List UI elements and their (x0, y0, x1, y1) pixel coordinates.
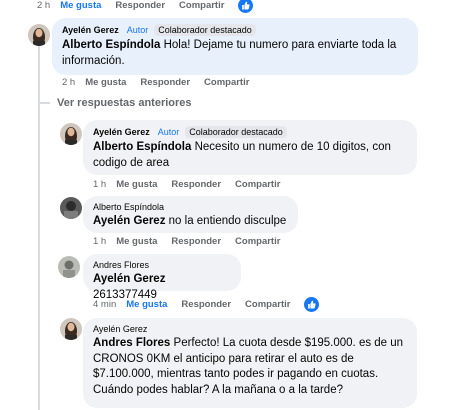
mention-link[interactable]: Ayelén Gerez (93, 215, 165, 227)
avatar[interactable] (60, 123, 82, 145)
comment-bubble: Ayelén Gerez Autor Colaborador destacado… (83, 120, 417, 175)
comment-bubble: Andres Flores Ayelén Gerez 2613377449 (83, 254, 241, 301)
comment-author[interactable]: Alberto Espíndola (93, 202, 164, 212)
timestamp: 1 h (93, 179, 107, 190)
comment-actions: 1 h Me gusta Responder Compartir (93, 236, 294, 247)
comment-bubble: Ayelén Gerez Autor Colaborador destacado… (52, 18, 418, 75)
share-button[interactable]: Compartir (179, 0, 224, 11)
timestamp: 2 h (37, 0, 51, 11)
mention-link[interactable]: Alberto Espíndola (93, 141, 191, 153)
avatar[interactable] (58, 256, 80, 278)
comment-text: Alberto Espíndola Necesito un numero de … (93, 140, 407, 171)
reply-button[interactable]: Responder (140, 77, 190, 88)
like-button[interactable]: Me gusta (116, 236, 157, 247)
view-previous-replies-link[interactable]: Ver respuestas anteriores (57, 97, 192, 109)
comment-text-body: CRONOS 0KM el anticipo para retirar el a… (93, 352, 354, 365)
share-button[interactable]: Compartir (245, 299, 290, 310)
comment-text-body: codigo de area (93, 156, 170, 169)
like-button[interactable]: Me gusta (85, 77, 126, 88)
like-reaction-icon[interactable] (238, 0, 254, 13)
comment-author[interactable]: Ayelén Gerez (93, 324, 147, 334)
thread-line (38, 40, 40, 410)
comment-author[interactable]: Andres Flores (93, 260, 149, 270)
mention-link[interactable]: Alberto Espíndola (62, 39, 160, 51)
comment-text: Alberto Espíndola Hola! Dejame tu numero… (62, 38, 408, 69)
share-button[interactable]: Compartir (235, 236, 280, 247)
author-role: Autor (157, 127, 180, 137)
reply-button[interactable]: Responder (181, 299, 231, 310)
comment-bubble: Ayelén Gerez Andres Flores Perfecto! La … (83, 318, 417, 408)
timestamp: 2 h (62, 77, 76, 88)
thread-line (38, 102, 50, 104)
share-button[interactable]: Compartir (204, 77, 249, 88)
comment-author[interactable]: Ayelén Gerez (93, 127, 150, 137)
avatar[interactable] (60, 318, 82, 340)
like-button[interactable]: Me gusta (116, 179, 157, 190)
like-button[interactable]: Me gusta (60, 0, 101, 11)
comment-bubble: Alberto Espíndola Ayelén Gerez no la ent… (83, 196, 298, 233)
comment-text: Ayelén Gerez no la entiendo disculpe (93, 214, 288, 230)
contributor-badge: Colaborador destacado (185, 126, 287, 138)
reply-button[interactable]: Responder (115, 0, 165, 11)
mention-link[interactable]: Ayelén Gerez (93, 273, 165, 285)
contributor-badge: Colaborador destacado (154, 24, 256, 36)
like-button[interactable]: Me gusta (126, 299, 167, 310)
comment-author[interactable]: Ayelén Gerez (62, 25, 119, 35)
comment-text-body: Necesito un numero de 10 digitos, con (191, 141, 391, 153)
author-role: Autor (126, 25, 149, 35)
comment-actions: 4 min Me gusta Responder Compartir (93, 297, 320, 312)
reply-button[interactable]: Responder (171, 179, 221, 190)
reply-button[interactable]: Responder (171, 236, 221, 247)
share-button[interactable]: Compartir (235, 179, 280, 190)
comment-text-body: Perfecto! La cuota desde $195.000. es de… (170, 337, 404, 349)
comment-text-body: no la entiendo disculpe (165, 215, 287, 227)
timestamp: 4 min (93, 299, 117, 310)
like-reaction-icon[interactable] (304, 297, 320, 312)
comment-text-body: Cuándo podes hablar? A la mañana o a la … (93, 383, 343, 396)
avatar[interactable] (28, 24, 50, 46)
comment-actions: 1 h Me gusta Responder Compartir (93, 179, 294, 190)
comment-text-body: información. (62, 54, 125, 67)
comment-actions: 2 h Me gusta Responder Compartir (62, 77, 263, 88)
comment-actions: 2 h Me gusta Responder Compartir (37, 0, 254, 13)
comment-text-body: Hola! Dejame tu numero para enviarte tod… (160, 39, 397, 51)
comment-text-body: $7.100.000, mientras tanto podes ir paga… (93, 368, 379, 380)
timestamp: 1 h (93, 236, 107, 247)
comment-text: Andres Flores Perfecto! La cuota desde $… (93, 336, 407, 398)
avatar[interactable] (60, 197, 82, 219)
mention-link[interactable]: Andres Flores (93, 337, 170, 349)
